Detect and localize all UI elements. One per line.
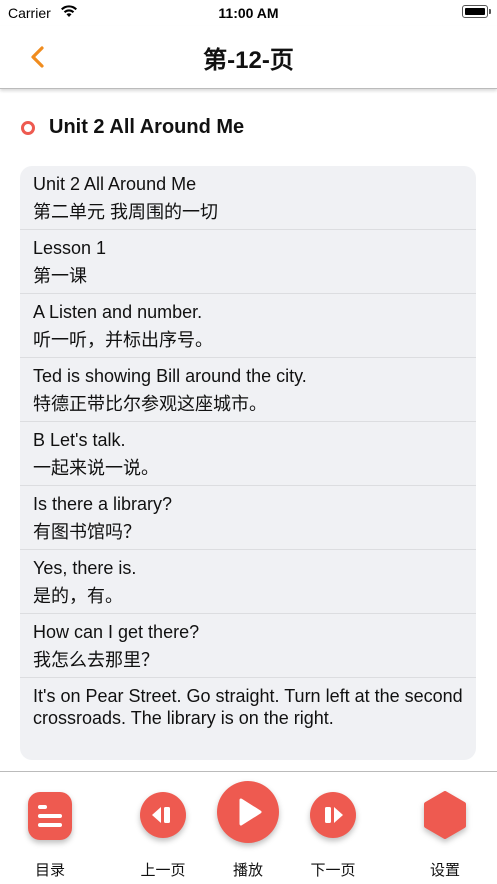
english-text: A Listen and number. — [33, 302, 203, 322]
play-icon — [217, 781, 279, 843]
bullet-dot-icon — [21, 121, 35, 135]
list-item[interactable]: Yes, there is. 是的，有。 — [20, 550, 476, 614]
chinese-text: 有图书馆吗？ — [33, 522, 141, 542]
list-icon — [28, 792, 72, 840]
chinese-text: 我怎么去那里？ — [33, 650, 159, 670]
next-page-icon — [310, 792, 356, 838]
next-page-button[interactable]: 下一页 — [300, 772, 366, 884]
list-item[interactable]: How can I get there? 我怎么去那里？ — [20, 614, 476, 678]
list-item[interactable]: B Let's talk. 一起来说一说。 — [20, 422, 476, 486]
english-text: It's on Pear Street. Go straight. Turn l… — [33, 686, 463, 728]
page-title: 第-12-页 — [203, 47, 294, 74]
list-item[interactable]: It's on Pear Street. Go straight. Turn l… — [20, 678, 476, 735]
chinese-text: 一起来说一说。 — [33, 458, 159, 478]
settings-button[interactable]: 设置 — [413, 772, 477, 884]
status-bar: Carrier 11:00 AM — [0, 0, 497, 26]
english-text: Ted is showing Bill around the city. — [33, 366, 307, 386]
english-text: Yes, there is. — [33, 558, 137, 578]
chinese-text: 是的，有。 — [33, 586, 123, 606]
next-page-label: 下一页 — [310, 862, 356, 879]
settings-hexagon-icon — [421, 790, 469, 840]
bottom-toolbar: 目录 上一页 播放 下一页 设置 — [0, 771, 497, 884]
chinese-text: 特德正带比尔参观这座城市。 — [33, 394, 267, 414]
section-title: Unit 2 All Around Me — [49, 116, 245, 138]
settings-label: 设置 — [429, 862, 460, 879]
chinese-text: 第一课 — [33, 266, 87, 286]
english-text: Lesson 1 — [33, 238, 107, 258]
play-label: 播放 — [232, 862, 263, 879]
battery-icon — [462, 5, 491, 18]
previous-page-label: 上一页 — [140, 862, 186, 879]
clock: 11:00 AM — [218, 5, 279, 21]
navigation-bar: 第-12-页 — [0, 26, 497, 89]
previous-page-icon — [140, 792, 186, 838]
english-text: How can I get there? — [33, 622, 200, 642]
english-text: Unit 2 All Around Me — [33, 174, 197, 194]
previous-page-button[interactable]: 上一页 — [130, 772, 196, 884]
list-item[interactable]: Is there a library? 有图书馆吗？ — [20, 486, 476, 550]
english-text: Is there a library? — [33, 494, 173, 514]
play-button[interactable]: 播放 — [212, 772, 284, 884]
english-text: B Let's talk. — [33, 430, 126, 450]
list-item[interactable]: Ted is showing Bill around the city. 特德正… — [20, 358, 476, 422]
list-item[interactable]: Lesson 1 第一课 — [20, 230, 476, 294]
sentence-list[interactable]: Unit 2 All Around Me 第二单元 我周围的一切 Lesson … — [20, 166, 476, 760]
list-item[interactable]: Unit 2 All Around Me 第二单元 我周围的一切 — [20, 166, 476, 230]
chinese-text: 第二单元 我周围的一切 — [33, 202, 218, 222]
chinese-text: 听一听，并标出序号。 — [33, 330, 213, 350]
list-item[interactable]: A Listen and number. 听一听，并标出序号。 — [20, 294, 476, 358]
menu-button[interactable]: 目录 — [18, 772, 82, 884]
menu-label: 目录 — [34, 862, 65, 879]
